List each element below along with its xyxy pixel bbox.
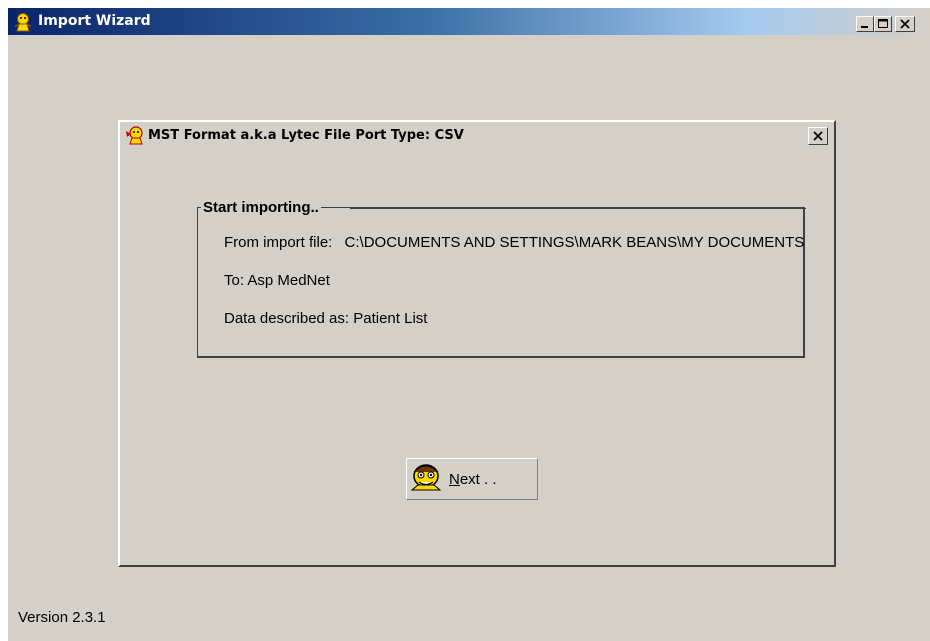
next-mnemonic: N	[449, 471, 460, 488]
wizard-icon	[14, 13, 32, 32]
maximize-button[interactable]	[874, 16, 892, 32]
wizard-icon	[126, 126, 143, 145]
close-icon	[900, 19, 910, 29]
minimize-icon	[861, 26, 868, 28]
import-wizard-window: Import Wizard MST Format a.k.a Lytec Fil…	[8, 8, 930, 641]
dialog-titlebar[interactable]: MST Format a.k.a Lytec File Port Type: C…	[120, 122, 834, 148]
group-top-line	[350, 208, 806, 209]
dialog-close-button[interactable]	[808, 127, 828, 145]
from-import-file-row: From import file: C:\DOCUMENTS AND SETTI…	[224, 234, 828, 251]
to-row: To: Asp MedNet	[224, 272, 330, 289]
import-dialog: MST Format a.k.a Lytec File Port Type: C…	[118, 120, 836, 567]
dialog-title: MST Format a.k.a Lytec File Port Type: C…	[148, 128, 464, 143]
from-value: C:\DOCUMENTS AND SETTINGS\MARK BEANS\MY …	[344, 234, 805, 251]
wizard-face-icon	[408, 460, 444, 496]
window-titlebar[interactable]: Import Wizard	[8, 8, 930, 35]
minimize-button[interactable]	[856, 16, 874, 32]
window-title: Import Wizard	[38, 13, 151, 29]
next-label-rest: ext . .	[459, 471, 497, 488]
group-legend: Start importing..	[201, 199, 321, 216]
close-button[interactable]	[895, 16, 915, 32]
next-label: Next . .	[449, 471, 497, 488]
data-described-row: Data described as: Patient List	[224, 310, 428, 327]
close-icon	[813, 131, 823, 141]
from-label: From import file:	[224, 234, 333, 251]
version-label: Version 2.3.1	[18, 609, 106, 626]
maximize-icon	[878, 19, 888, 28]
next-button[interactable]: Next . .	[406, 458, 538, 500]
